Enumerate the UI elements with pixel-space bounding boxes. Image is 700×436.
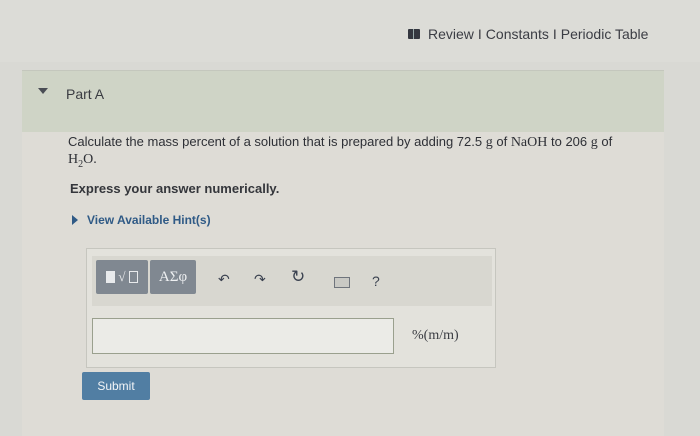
radical-icon: √ [118, 269, 126, 284]
template-icon [106, 271, 116, 283]
review-link[interactable]: Review [428, 26, 474, 42]
expand-triangle-icon [72, 215, 78, 225]
link-separator: I [477, 26, 482, 42]
submit-button[interactable]: Submit [82, 372, 150, 400]
help-button[interactable]: ? [372, 273, 380, 289]
view-hints-link[interactable]: View Available Hint(s) [72, 213, 211, 227]
answer-input[interactable] [92, 318, 394, 354]
box-icon [128, 271, 138, 283]
constants-link[interactable]: Constants [486, 26, 549, 42]
question-text: Calculate the mass percent of a solution… [68, 134, 613, 170]
periodic-table-link[interactable]: Periodic Table [561, 26, 649, 42]
book-icon [408, 29, 420, 39]
answer-instruction: Express your answer numerically. [70, 181, 280, 196]
link-separator: I [552, 26, 557, 42]
answer-units: %(m/m) [412, 328, 459, 343]
part-title: Part A [66, 86, 105, 102]
collapse-caret-icon[interactable] [38, 88, 48, 94]
template-button[interactable]: √ [96, 260, 148, 294]
part-header[interactable] [22, 70, 664, 132]
undo-icon[interactable]: ↶ [218, 272, 230, 286]
keyboard-icon[interactable] [334, 277, 350, 288]
redo-icon[interactable]: ↷ [254, 272, 266, 286]
solvent-formula: H2O. [68, 152, 97, 170]
solute-formula: NaOH [510, 135, 548, 150]
reset-icon[interactable]: ↻ [291, 268, 305, 285]
resource-links: Review I Constants I Periodic Table [408, 24, 648, 44]
hint-label: View Available Hint(s) [87, 213, 211, 227]
greek-symbols-button[interactable]: ΑΣφ [150, 260, 196, 294]
